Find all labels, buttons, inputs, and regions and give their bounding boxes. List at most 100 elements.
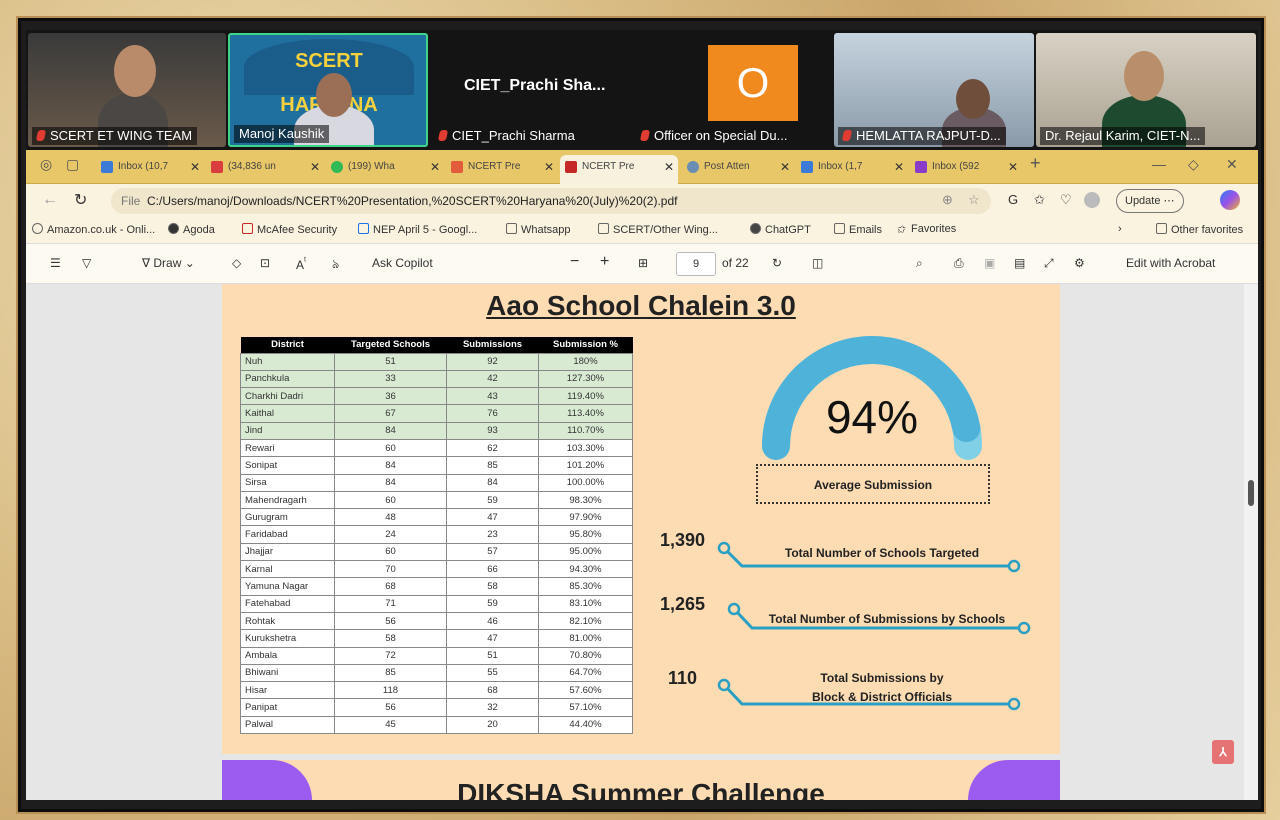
rotate-icon[interactable]: ↻ bbox=[772, 256, 782, 270]
zoom-icon[interactable]: ⊕ bbox=[942, 192, 953, 208]
gmail-icon bbox=[211, 161, 223, 173]
eraser-icon[interactable]: ◇ bbox=[232, 256, 241, 270]
bookmark-folder[interactable]: Emails bbox=[834, 223, 882, 236]
bookmark[interactable]: Agoda bbox=[168, 223, 215, 236]
contents-icon[interactable]: ☰ bbox=[50, 256, 61, 270]
page-number-input[interactable]: 9 bbox=[676, 252, 716, 276]
update-button[interactable]: Update ⋯ bbox=[1116, 189, 1184, 213]
bookmark[interactable]: NEP April 5 - Googl... bbox=[358, 223, 477, 236]
close-tab-icon[interactable]: ✕ bbox=[310, 155, 320, 179]
workspace-icon[interactable]: ◎ bbox=[40, 156, 52, 173]
bookmark[interactable]: Amazon.co.uk - Onli... bbox=[32, 223, 155, 236]
next-slide-title: DIKSHA Summer Challenge bbox=[457, 778, 825, 800]
ask-copilot-button[interactable]: Ask Copilot bbox=[372, 256, 433, 270]
refresh-icon[interactable]: ↻ bbox=[74, 190, 87, 210]
fullscreen-icon[interactable]: ⤢ bbox=[1044, 256, 1054, 271]
read-aloud-icon[interactable]: Aᵗ bbox=[296, 256, 306, 272]
settings-gear-icon[interactable]: ⚙ bbox=[1074, 256, 1085, 270]
bookmarks-overflow-icon[interactable]: › bbox=[1118, 223, 1122, 235]
tab-actions-icon[interactable]: ▢ bbox=[66, 156, 79, 173]
search-icon[interactable]: ⌕ bbox=[916, 256, 923, 271]
favorites-icon[interactable]: ✩ bbox=[1034, 192, 1045, 208]
zoom-out-icon[interactable]: − bbox=[570, 253, 579, 271]
tab[interactable]: (34,836 un ✕ bbox=[206, 155, 324, 179]
person-head bbox=[1124, 51, 1164, 101]
bookmarks-bar: Amazon.co.uk - Onli... Agoda McAfee Secu… bbox=[26, 218, 1258, 244]
pdf-icon bbox=[451, 161, 463, 173]
translate-icon[interactable]: ঌ bbox=[332, 256, 339, 276]
read-aloud-icon[interactable]: G bbox=[1008, 192, 1018, 207]
tab[interactable]: Inbox (10,7 ✕ bbox=[96, 155, 204, 179]
vertical-scrollbar[interactable] bbox=[1244, 284, 1258, 800]
browser-tab-bar: ◎ ▢ Inbox (10,7 ✕ (34,836 un ✕ (199) Wha ✕ … bbox=[26, 150, 1258, 184]
close-tab-icon[interactable]: ✕ bbox=[1008, 155, 1018, 179]
copilot-icon[interactable] bbox=[1220, 190, 1240, 210]
fit-page-icon[interactable]: ⊞ bbox=[638, 256, 648, 270]
close-tab-icon[interactable]: ✕ bbox=[894, 155, 904, 179]
tab[interactable]: Inbox (1,7 ✕ bbox=[796, 155, 908, 179]
draw-button[interactable]: ∇ Draw ⌄ bbox=[142, 256, 195, 270]
restore-icon[interactable]: ◇ bbox=[1188, 156, 1199, 173]
pdf-toolbar: ☰ ▽ ∇ Draw ⌄ ◇ ⊡ Aᵗ ঌ Ask Copilot − + ⊞ … bbox=[26, 244, 1258, 284]
close-tab-icon[interactable]: ✕ bbox=[780, 155, 790, 179]
participant-name: Officer on Special Du... bbox=[636, 127, 792, 145]
close-window-icon[interactable]: ✕ bbox=[1226, 156, 1238, 173]
close-tab-icon[interactable]: ✕ bbox=[664, 155, 674, 179]
back-icon[interactable]: ← bbox=[42, 191, 58, 209]
participant-tile[interactable]: HEMLATTA RAJPUT-D... bbox=[834, 33, 1034, 147]
participant-name: HEMLATTA RAJPUT-D... bbox=[838, 127, 1006, 145]
tab-active[interactable]: NCERT Pre ✕ bbox=[560, 155, 678, 184]
bookmark[interactable]: McAfee Security bbox=[242, 223, 337, 236]
person-head bbox=[316, 73, 352, 117]
muted-mic-icon bbox=[841, 130, 853, 141]
scrollbar-thumb[interactable] bbox=[1248, 480, 1254, 506]
text-box-icon[interactable]: ⊡ bbox=[260, 256, 270, 270]
participant-name: SCERT ET WING TEAM bbox=[32, 127, 198, 145]
screen: SCERT ET WING TEAM SCERT HARYANA Manoj K… bbox=[26, 30, 1258, 800]
outlook-icon bbox=[801, 161, 813, 173]
tab[interactable]: Post Atten ✕ bbox=[682, 155, 794, 179]
tab[interactable]: (199) Wha ✕ bbox=[326, 155, 444, 179]
participant-tile[interactable]: Dr. Rejaul Karim, CIET-N... bbox=[1036, 33, 1256, 147]
slide-page: Aao School Chalein 3.0 District Targeted… bbox=[222, 284, 1060, 754]
participant-tile[interactable]: CIET_Prachi Sha... CIET_Prachi Sharma bbox=[430, 33, 630, 147]
url-field[interactable]: File C:/Users/manoj/Downloads/NCERT%20Pre… bbox=[111, 188, 991, 214]
participant-name: CIET_Prachi Sharma bbox=[434, 127, 580, 145]
bookmark-folder[interactable]: Whatsapp bbox=[506, 223, 571, 236]
tab[interactable]: NCERT Pre ✕ bbox=[446, 155, 558, 179]
participant-tile-active[interactable]: SCERT HARYANA Manoj Kaushik bbox=[228, 33, 428, 147]
profile-avatar[interactable] bbox=[1084, 192, 1100, 208]
page-view-icon[interactable]: ◫ bbox=[812, 256, 823, 270]
muted-mic-icon bbox=[639, 130, 651, 141]
save-as-icon[interactable]: ▤ bbox=[1014, 256, 1025, 270]
close-tab-icon[interactable]: ✕ bbox=[430, 155, 440, 179]
new-tab-icon[interactable]: + bbox=[1030, 153, 1041, 174]
person-head bbox=[956, 79, 990, 119]
print-icon[interactable]: ⎙ bbox=[954, 256, 964, 271]
zoom-in-icon[interactable]: + bbox=[600, 253, 609, 271]
bookmark-folder[interactable]: Other favorites bbox=[1156, 223, 1243, 236]
person-head bbox=[114, 45, 156, 97]
participant-tile[interactable]: O Officer on Special Du... bbox=[632, 33, 832, 147]
pdf-viewer: Aao School Chalein 3.0 District Targeted… bbox=[26, 284, 1258, 800]
acrobat-icon[interactable]: ⅄ bbox=[1212, 740, 1234, 764]
pdf-icon bbox=[565, 161, 577, 173]
participant-strip: SCERT ET WING TEAM SCERT HARYANA Manoj K… bbox=[26, 30, 1258, 150]
participant-name: Manoj Kaushik bbox=[234, 125, 330, 143]
tab[interactable]: Inbox (592 ✕ bbox=[910, 155, 1022, 179]
participant-tile[interactable]: SCERT ET WING TEAM bbox=[28, 33, 226, 147]
close-tab-icon[interactable]: ✕ bbox=[190, 155, 200, 179]
close-tab-icon[interactable]: ✕ bbox=[544, 155, 554, 179]
address-bar-row: ← ↻ File C:/Users/manoj/Downloads/NCERT%2… bbox=[26, 184, 1258, 218]
edit-with-acrobat-button[interactable]: Edit with Acrobat bbox=[1126, 256, 1215, 270]
bookmark-folder[interactable]: ✩ Favorites bbox=[896, 223, 956, 236]
bookmark[interactable]: ChatGPT bbox=[750, 223, 811, 236]
highlight-icon[interactable]: ▽ bbox=[82, 256, 91, 270]
favorite-star-icon[interactable]: ☆ bbox=[968, 192, 980, 208]
bookmark-folder[interactable]: SCERT/Other Wing... bbox=[598, 223, 718, 236]
muted-mic-icon bbox=[437, 130, 449, 141]
browser-essentials-icon[interactable]: ♡ bbox=[1060, 192, 1072, 208]
minimize-icon[interactable]: — bbox=[1152, 156, 1166, 172]
outlook-icon bbox=[101, 161, 113, 173]
save-icon[interactable]: ▣ bbox=[984, 256, 995, 270]
